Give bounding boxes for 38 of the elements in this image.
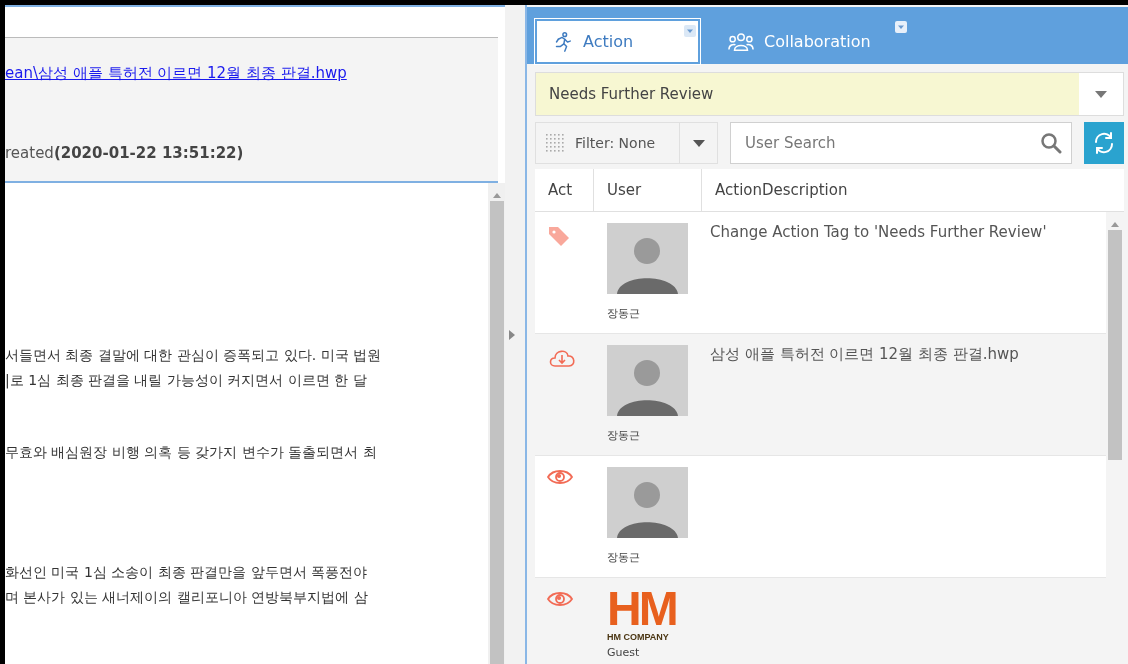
column-header[interactable]: ActionDescription: [702, 169, 1124, 211]
caret-down-icon: [1095, 90, 1107, 98]
people-group-icon: [728, 30, 754, 53]
caret-down-icon: [692, 139, 705, 147]
document-text-line: 며 본사가 있는 새너제이의 캘리포니아 연방북부지법에 삼: [5, 588, 369, 607]
company-logo: HM HM COMPANY: [607, 589, 677, 642]
user-name: 장동근: [607, 428, 641, 443]
scroll-up-icon[interactable]: [1111, 222, 1119, 227]
tag-icon: [547, 224, 571, 248]
user-name: Guest: [607, 646, 641, 659]
refresh-icon: [1092, 131, 1116, 155]
file-link[interactable]: ean\삼성 애플 특허전 이르면 12월 최종 판결.hwp: [5, 64, 347, 83]
column-header[interactable]: User: [594, 169, 702, 211]
user-name: 장동근: [607, 306, 641, 321]
document-text-line: 무효와 배심원장 비행 의혹 등 갖가지 변수가 돌출되면서 최: [5, 443, 378, 462]
search-icon[interactable]: [1040, 132, 1062, 154]
created-date: reated(2020-01-22 13:51:22): [5, 144, 244, 162]
tab-menu-icon[interactable]: [894, 21, 907, 33]
action-tag-dropdown[interactable]: Needs Further Review: [535, 72, 1124, 116]
panel-splitter[interactable]: [505, 5, 527, 664]
scrollbar[interactable]: [488, 183, 505, 664]
scroll-up-icon[interactable]: [492, 193, 501, 198]
document-text-line: 화선인 미국 1심 소송이 최종 판결만을 앞두면서 폭풍전야: [5, 563, 369, 582]
grid-dots-icon: [545, 133, 565, 153]
panel-tab[interactable]: Action: [535, 19, 700, 64]
eye-icon: [547, 468, 573, 486]
action-description: Change Action Tag to 'Needs Further Review': [710, 223, 1047, 241]
tab-menu-icon[interactable]: [684, 25, 696, 37]
user-search-field[interactable]: User Search: [730, 122, 1072, 164]
eye-icon: [547, 590, 573, 608]
document-text-line: 서들면서 최종 결말에 대한 관심이 증폭되고 있다. 미국 법원: [5, 346, 383, 365]
action-description: 삼성 애플 특허전 이르면 12월 최종 판결.hwp: [710, 345, 1019, 363]
document-text-line: |로 1심 최종 판결을 내릴 가능성이 커지면서 이르면 한 달: [5, 371, 368, 391]
expand-right-icon[interactable]: [509, 329, 515, 340]
filter-dropdown[interactable]: Filter: None: [535, 122, 718, 164]
column-header[interactable]: Act: [535, 169, 594, 211]
refresh-button[interactable]: [1084, 122, 1124, 164]
user-name: 장동근: [607, 550, 641, 565]
